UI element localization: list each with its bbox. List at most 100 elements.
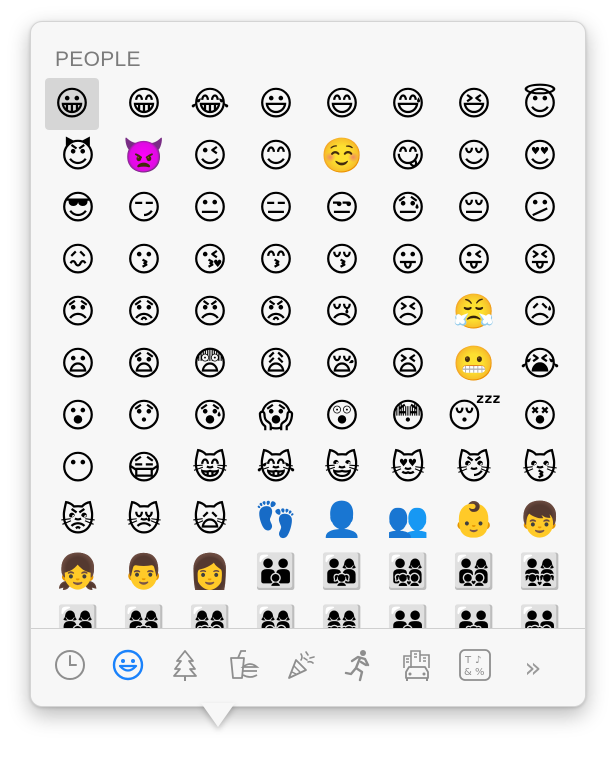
- emoji-picker-popover: PEOPLE 😀 😁 😂 😃 😄 😅 😆 😇 😈 👿 😉 😊 ☺️ 😋 😌 😍 😎 😏 😐 😑 😒 😓 😔 😕 😖 😗 😘 😙 😚 😛 😜 😝…: [30, 21, 586, 707]
- emoji-cell[interactable]: 😳: [375, 390, 441, 442]
- emoji-cell[interactable]: 👥: [375, 494, 441, 546]
- emoji-cell[interactable]: 😸: [177, 442, 243, 494]
- emoji-cell[interactable]: 😱: [243, 390, 309, 442]
- emoji-cell[interactable]: 😥: [507, 286, 573, 338]
- emoji-cell[interactable]: 😍: [507, 130, 573, 182]
- emoji-grid-scroll-area[interactable]: 😀 😁 😂 😃 😄 😅 😆 😇 😈 👿 😉 😊 ☺️ 😋 😌 😍 😎 😏 😐 😑 😒 😓 😔 😕 😖 😗 😘 😙 😚 😛 😜 😝 😞 😟 😠 😡 😢 😣 😤…: [31, 78, 585, 628]
- emoji-cell[interactable]: 😡: [243, 286, 309, 338]
- emoji-cell[interactable]: 😮: [45, 390, 111, 442]
- emoji-cell[interactable]: 😅: [375, 78, 441, 130]
- emoji-cell[interactable]: 😾: [45, 494, 111, 546]
- emoji-cell[interactable]: 👨‍👨‍👧‍👦: [507, 598, 573, 628]
- emoji-cell[interactable]: 😇: [507, 78, 573, 130]
- emoji-cell[interactable]: 😽: [507, 442, 573, 494]
- emoji-cell[interactable]: 😄: [309, 78, 375, 130]
- emoji-cell[interactable]: 😰: [177, 390, 243, 442]
- emoji-cell[interactable]: 😙: [243, 234, 309, 286]
- emoji-cell[interactable]: 😖: [45, 234, 111, 286]
- more-categories-button[interactable]: »: [513, 647, 553, 687]
- category-symbols-button[interactable]: T ♪ &%: [455, 647, 495, 687]
- emoji-cell[interactable]: 😚: [309, 234, 375, 286]
- emoji-cell[interactable]: 😴: [441, 390, 507, 442]
- emoji-cell[interactable]: 😤: [441, 286, 507, 338]
- emoji-cell[interactable]: 👩‍👩‍👦: [45, 598, 111, 628]
- emoji-cell[interactable]: 😣: [375, 286, 441, 338]
- emoji-cell[interactable]: 😬: [441, 338, 507, 390]
- emoji-cell[interactable]: 😛: [375, 234, 441, 286]
- emoji-cell[interactable]: 😜: [441, 234, 507, 286]
- emoji-cell[interactable]: 😻: [375, 442, 441, 494]
- emoji-cell[interactable]: 👶: [441, 494, 507, 546]
- emoji-cell[interactable]: 😟: [111, 286, 177, 338]
- category-travel-button[interactable]: [397, 647, 437, 687]
- emoji-cell[interactable]: 😗: [111, 234, 177, 286]
- emoji-cell[interactable]: 👨‍👨‍👧: [441, 598, 507, 628]
- emoji-cell[interactable]: 👨‍👩‍👧‍👦: [375, 546, 441, 598]
- emoji-cell[interactable]: 😭: [507, 338, 573, 390]
- emoji-cell[interactable]: 👧: [45, 546, 111, 598]
- emoji-cell[interactable]: 😓: [375, 182, 441, 234]
- emoji-cell[interactable]: 👩‍👩‍👧‍👦: [177, 598, 243, 628]
- emoji-cell[interactable]: 😞: [45, 286, 111, 338]
- emoji-cell[interactable]: 👣: [243, 494, 309, 546]
- emoji-cell[interactable]: 👩‍👩‍👦‍👦: [243, 598, 309, 628]
- emoji-cell[interactable]: 😉: [177, 130, 243, 182]
- emoji-cell[interactable]: 👩: [177, 546, 243, 598]
- emoji-cell[interactable]: 👤: [309, 494, 375, 546]
- emoji-cell[interactable]: 👩‍👩‍👧: [111, 598, 177, 628]
- emoji-cell[interactable]: 😧: [111, 338, 177, 390]
- emoji-cell[interactable]: 😶: [45, 442, 111, 494]
- category-food-button[interactable]: [223, 647, 263, 687]
- emoji-cell[interactable]: 👨‍👩‍👧‍👧: [507, 546, 573, 598]
- emoji-cell[interactable]: 😿: [111, 494, 177, 546]
- emoji-cell[interactable]: 😆: [441, 78, 507, 130]
- emoji-cell[interactable]: 😯: [111, 390, 177, 442]
- emoji-cell[interactable]: 😏: [111, 182, 177, 234]
- emoji-cell[interactable]: 😘: [177, 234, 243, 286]
- emoji-cell[interactable]: 😨: [177, 338, 243, 390]
- emoji-cell[interactable]: 👨‍👩‍👦‍👦: [441, 546, 507, 598]
- emoji-cell[interactable]: 😐: [177, 182, 243, 234]
- emoji-cell[interactable]: 😩: [243, 338, 309, 390]
- emoji-cell[interactable]: 😌: [441, 130, 507, 182]
- emoji-cell[interactable]: 😊: [243, 130, 309, 182]
- emoji-cell[interactable]: 😷: [111, 442, 177, 494]
- emoji-cell[interactable]: ☺️: [309, 130, 375, 182]
- emoji-cell[interactable]: 😵: [507, 390, 573, 442]
- emoji-cell[interactable]: 😂: [177, 78, 243, 130]
- emoji-cell[interactable]: 😹: [243, 442, 309, 494]
- category-nature-button[interactable]: [165, 647, 205, 687]
- emoji-cell[interactable]: 😼: [441, 442, 507, 494]
- emoji-cell[interactable]: 👨‍👨‍👦: [375, 598, 441, 628]
- emoji-cell[interactable]: 😺: [309, 442, 375, 494]
- emoji-cell[interactable]: 😕: [507, 182, 573, 234]
- emoji-cell[interactable]: 😔: [441, 182, 507, 234]
- emoji-cell[interactable]: 😈: [45, 130, 111, 182]
- emoji-cell[interactable]: 👨: [111, 546, 177, 598]
- emoji-cell[interactable]: 😑: [243, 182, 309, 234]
- emoji-cell[interactable]: 👨‍👩‍👧: [309, 546, 375, 598]
- emoji-cell[interactable]: 😃: [243, 78, 309, 130]
- emoji-cell[interactable]: 🙀: [177, 494, 243, 546]
- emoji-cell[interactable]: 😫: [375, 338, 441, 390]
- emoji-cell[interactable]: 😒: [309, 182, 375, 234]
- emoji-cell[interactable]: 😠: [177, 286, 243, 338]
- category-celebration-button[interactable]: [281, 647, 321, 687]
- emoji-cell[interactable]: 👩‍👩‍👧‍👧: [309, 598, 375, 628]
- emoji-cell[interactable]: 😝: [507, 234, 573, 286]
- emoji-cell[interactable]: 👿: [111, 130, 177, 182]
- emoji-cell-selected[interactable]: 😀: [45, 78, 99, 130]
- emoji-cell[interactable]: 😦: [45, 338, 111, 390]
- emoji-cell[interactable]: 👪: [243, 546, 309, 598]
- emoji-cell[interactable]: 😁: [111, 78, 177, 130]
- emoji-cell[interactable]: 👦: [507, 494, 573, 546]
- emoji-cell[interactable]: 😲: [309, 390, 375, 442]
- category-recent-button[interactable]: [50, 647, 90, 687]
- emoji-cell[interactable]: 😎: [45, 182, 111, 234]
- category-activity-button[interactable]: [339, 647, 379, 687]
- symbols-icon: T ♪ &%: [458, 648, 492, 686]
- emoji-cell[interactable]: 😪: [309, 338, 375, 390]
- emoji-cell[interactable]: 😢: [309, 286, 375, 338]
- emoji-cell[interactable]: 😋: [375, 130, 441, 182]
- category-people-button[interactable]: [108, 647, 148, 687]
